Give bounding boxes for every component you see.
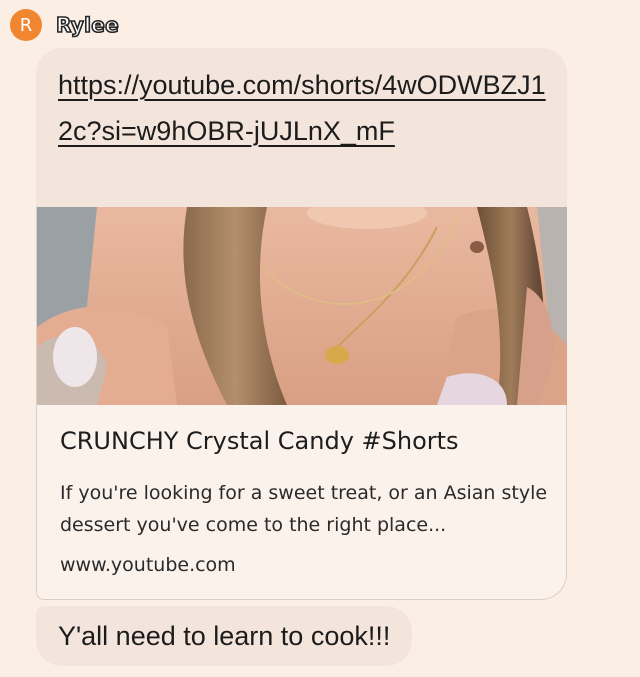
message-text: Y'all need to learn to cook!!! (58, 620, 391, 651)
sender-header: R Rylee (10, 8, 120, 42)
preview-title: CRUNCHY Crystal Candy #Shorts (60, 427, 459, 455)
preview-domain: www.youtube.com (60, 554, 236, 576)
message-link[interactable]: https://youtube.com/shorts/4wODWBZJ12c?s… (58, 62, 558, 154)
video-thumbnail[interactable] (37, 207, 567, 405)
link-message-bubble[interactable]: https://youtube.com/shorts/4wODWBZJ12c?s… (36, 48, 567, 600)
link-preview-card[interactable]: CRUNCHY Crystal Candy #Shorts If you're … (36, 207, 567, 600)
text-message-bubble[interactable]: Y'all need to learn to cook!!! (36, 606, 413, 666)
preview-description: If you're looking for a sweet treat, or … (60, 482, 548, 536)
sender-avatar[interactable]: R (10, 9, 42, 41)
avatar-letter: R (19, 14, 33, 36)
sender-name: Rylee (55, 12, 120, 38)
